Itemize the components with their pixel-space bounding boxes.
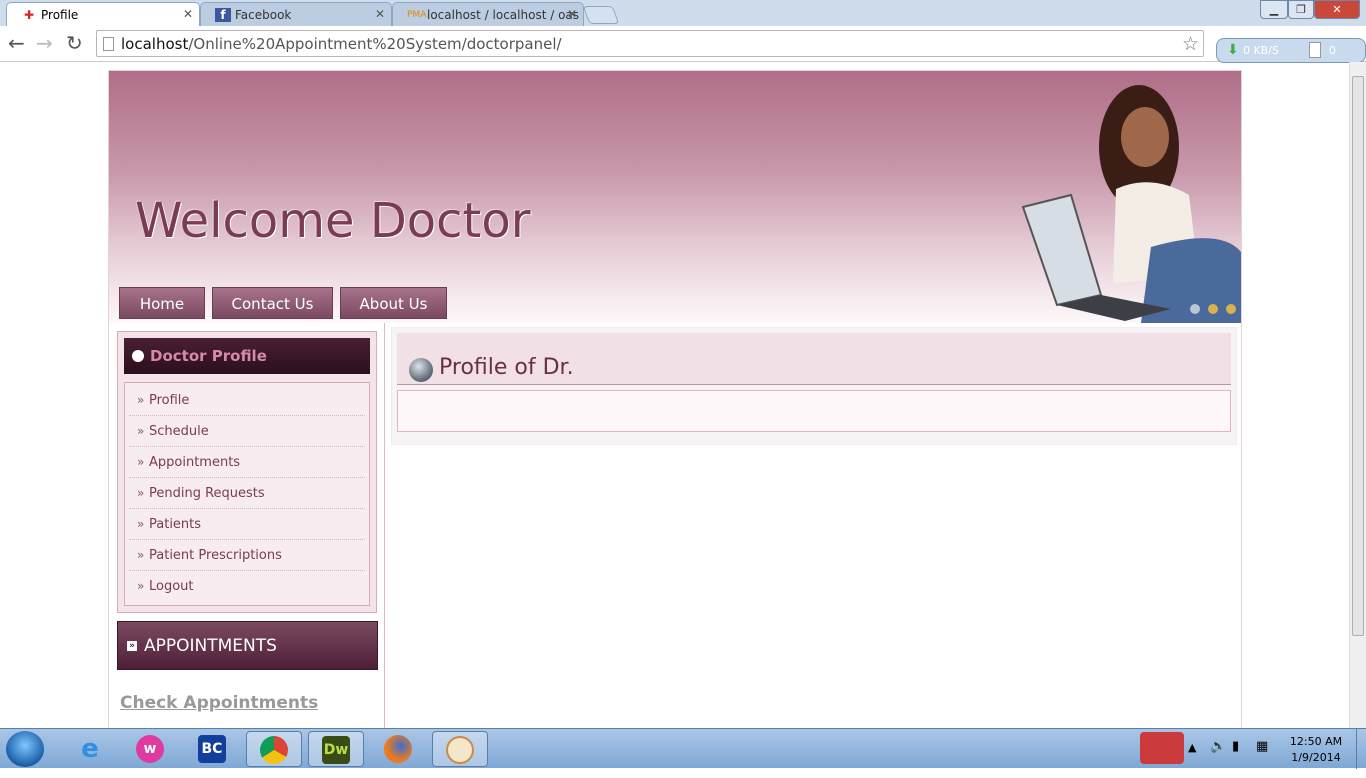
clock-time: 12:50 AM xyxy=(1289,735,1343,748)
back-arrow-icon[interactable]: ← xyxy=(8,33,25,53)
web-page: Welcome Doctor Home Contact Us About Us … xyxy=(108,70,1242,730)
profile-panel: Profile of Dr. xyxy=(391,327,1237,445)
sidebar-item-logout[interactable]: Logout xyxy=(129,570,365,602)
clock[interactable]: 12:50 AM 1/9/2014 xyxy=(1283,734,1349,766)
file-count: 0 xyxy=(1329,44,1336,57)
speed-text: 0 KB/S xyxy=(1243,44,1279,57)
power-icon[interactable]: ▮ xyxy=(1232,739,1239,754)
site-header: Welcome Doctor Home Contact Us About Us xyxy=(109,71,1241,323)
taskbar: e w BC Dw ▲ 🔈 ▮ ▦ 12:50 AM 1/9/2014 xyxy=(0,728,1366,769)
doctor-menu: Profile Schedule Appointments Pending Re… xyxy=(124,382,370,606)
sidebar-item-patients[interactable]: Patients xyxy=(129,508,365,540)
doctor-profile-panel: Doctor Profile Profile Schedule Appointm… xyxy=(117,331,377,613)
scrollbar-thumb[interactable] xyxy=(1352,76,1364,636)
tab-title: localhost / localhost / oas xyxy=(427,8,580,22)
firefox-taskbar-icon[interactable] xyxy=(370,731,426,767)
file-list-icon xyxy=(1309,42,1321,58)
header-photo-woman-laptop xyxy=(1021,85,1241,323)
browser-chrome: ✚ Profile ✕ f Facebook ✕ PMA localhost /… xyxy=(0,0,1366,63)
vertical-scrollbar[interactable] xyxy=(1349,62,1366,728)
ie-taskbar-icon[interactable]: e xyxy=(62,731,118,767)
page-icon xyxy=(103,37,114,51)
maximize-button[interactable]: ❐ xyxy=(1288,0,1314,19)
network-icon[interactable]: ▦ xyxy=(1256,739,1268,754)
bookmark-star-icon[interactable]: ☆ xyxy=(1182,33,1199,55)
profile-heading: Profile of Dr. xyxy=(439,355,574,380)
address-bar[interactable]: localhost/Online%20Appointment%20System/… xyxy=(96,30,1204,57)
sphere-bullet-icon xyxy=(409,358,433,382)
close-window-button[interactable]: ✕ xyxy=(1314,0,1360,19)
close-icon[interactable]: ✕ xyxy=(375,7,385,21)
url-text: localhost/Online%20Appointment%20System/… xyxy=(121,35,562,53)
arrow-box-icon: » xyxy=(127,641,137,651)
new-tab-button[interactable] xyxy=(582,6,620,24)
nav-home[interactable]: Home xyxy=(119,287,205,319)
slider-dot-1-icon xyxy=(1190,304,1200,314)
facebook-icon: f xyxy=(215,8,231,22)
close-icon[interactable]: ✕ xyxy=(567,7,577,21)
slider-dot-3-icon xyxy=(1226,304,1236,314)
tab-profile[interactable]: ✚ Profile ✕ xyxy=(6,2,200,26)
red-cross-icon: ✚ xyxy=(23,8,35,22)
reload-icon[interactable]: ↻ xyxy=(66,33,83,53)
antivirus-tray-icon[interactable] xyxy=(1140,732,1184,764)
sidebar-item-appointments[interactable]: Appointments xyxy=(129,446,365,478)
nav-contact-us[interactable]: Contact Us xyxy=(212,287,333,319)
browser-toolbar: ← → ↻ localhost/Online%20Appointment%20S… xyxy=(0,26,1366,62)
wamp-taskbar-icon[interactable]: w xyxy=(122,731,178,767)
sidebar-item-schedule[interactable]: Schedule xyxy=(129,415,365,447)
speaker-icon[interactable]: 🔈 xyxy=(1210,739,1226,754)
appointments-heading: » APPOINTMENTS xyxy=(117,621,378,670)
paint-taskbar-icon[interactable] xyxy=(432,731,488,767)
download-arrow-icon: ⬇ xyxy=(1227,42,1239,58)
show-desktop-button[interactable] xyxy=(1356,729,1366,769)
tab-phpmyadmin[interactable]: PMA localhost / localhost / oas ✕ xyxy=(392,2,584,26)
profile-body xyxy=(397,390,1231,432)
chrome-taskbar-icon[interactable] xyxy=(246,731,302,767)
tab-facebook[interactable]: f Facebook ✕ xyxy=(200,2,392,26)
bc-taskbar-icon[interactable]: BC xyxy=(184,731,240,767)
clock-date: 1/9/2014 xyxy=(1291,751,1341,764)
tab-title: Profile xyxy=(41,8,79,22)
nav-about-us[interactable]: About Us xyxy=(340,287,447,319)
extension-speed-widget[interactable]: ⬇ 0 KB/S 0 xyxy=(1216,38,1366,63)
sidebar-item-pending-requests[interactable]: Pending Requests xyxy=(129,477,365,509)
profile-heading-bar: Profile of Dr. xyxy=(397,333,1231,385)
dreamweaver-taskbar-icon[interactable]: Dw xyxy=(308,731,364,767)
show-hidden-icons-icon[interactable]: ▲ xyxy=(1188,741,1196,754)
tab-title: Facebook xyxy=(235,8,292,22)
page-title: Welcome Doctor xyxy=(135,193,531,249)
sidebar-item-profile[interactable]: Profile xyxy=(129,384,365,416)
bullet-circle-icon xyxy=(132,350,144,362)
forward-arrow-icon[interactable]: → xyxy=(36,33,53,53)
check-appointments-link[interactable]: Check Appointments xyxy=(120,693,318,713)
doctor-profile-heading: Doctor Profile xyxy=(124,338,370,374)
sidebar-item-patient-prescriptions[interactable]: Patient Prescriptions xyxy=(129,539,365,571)
start-button[interactable] xyxy=(6,731,44,767)
slider-dot-2-icon xyxy=(1208,304,1218,314)
sidebar: Doctor Profile Profile Schedule Appointm… xyxy=(109,323,385,729)
phpmyadmin-icon: PMA xyxy=(407,10,427,20)
minimize-button[interactable]: ▁ xyxy=(1260,0,1288,19)
close-icon[interactable]: ✕ xyxy=(183,7,193,21)
